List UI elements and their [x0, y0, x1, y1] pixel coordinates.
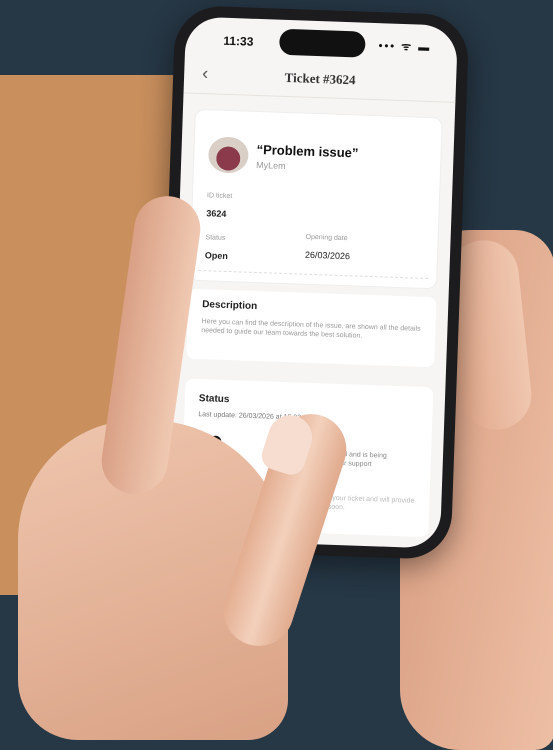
id-ticket-value: 3624 [206, 208, 227, 219]
opening-date-label: Opening date [305, 233, 348, 243]
signal-wifi-battery-icon: ••• ᯤ ▬ [378, 40, 432, 54]
opening-date-value: 26/03/2026 [304, 249, 351, 262]
divider [198, 269, 429, 280]
description-title: Description [201, 299, 258, 313]
ticket-subtitle: MyLem [255, 159, 286, 171]
description-text: Here you can find the description of the… [201, 318, 421, 340]
ticket-title: “Problem issue” [256, 141, 359, 161]
dynamic-island [278, 28, 366, 58]
ticket-card: “Problem issue” MyLem ID ticket 3624 Sta… [188, 108, 443, 290]
status-time: 11:33 [223, 33, 254, 49]
status-value: Open [204, 250, 229, 262]
status-label: Status [205, 234, 226, 242]
id-ticket-label: ID ticket [206, 192, 233, 201]
description-card: Description Here you can find the descri… [186, 288, 437, 368]
product-thumbnail [207, 136, 250, 174]
status-section-title: Status [198, 393, 230, 406]
page-title: Ticket #3624 [284, 69, 356, 88]
